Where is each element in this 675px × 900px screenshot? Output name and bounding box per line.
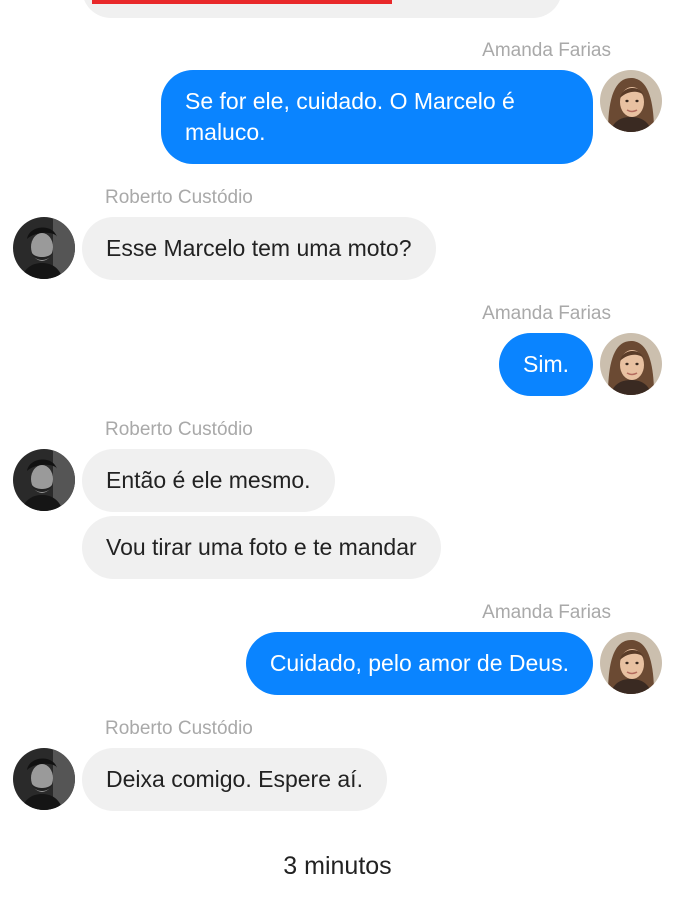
sender-name: Roberto Custódio: [105, 187, 253, 208]
message-bubble-outgoing[interactable]: Cuidado, pelo amor de Deus.: [245, 632, 593, 695]
roberto-avatar[interactable]: [13, 449, 75, 511]
message-bubble-outgoing[interactable]: Se for ele, cuidado. O Marcelo é maluco.: [161, 70, 593, 164]
man-portrait-icon: [13, 748, 75, 810]
man-portrait-icon: [13, 449, 75, 511]
message-bubble-incoming[interactable]: Esse Marcelo tem uma moto?: [82, 217, 436, 280]
amanda-avatar[interactable]: [600, 70, 662, 132]
highlight-bar: [92, 0, 392, 4]
sender-name: Amanda Farias: [482, 602, 611, 623]
sender-name: Amanda Farias: [482, 303, 611, 324]
elapsed-time-label: 3 minutos: [283, 852, 392, 880]
roberto-avatar[interactable]: [13, 748, 75, 810]
amanda-avatar[interactable]: [600, 333, 662, 395]
sender-name: Amanda Farias: [482, 40, 611, 61]
message-bubble-outgoing[interactable]: Sim.: [499, 333, 593, 396]
message-bubble-incoming[interactable]: Então é ele mesmo.: [82, 449, 335, 512]
woman-portrait-icon: [600, 632, 662, 694]
woman-portrait-icon: [600, 70, 662, 132]
amanda-avatar[interactable]: [600, 632, 662, 694]
message-bubble-incoming[interactable]: Vou tirar uma foto e te mandar: [82, 516, 441, 579]
woman-portrait-icon: [600, 333, 662, 395]
sender-name: Roberto Custódio: [105, 718, 253, 739]
message-bubble-incoming[interactable]: Deixa comigo. Espere aí.: [82, 748, 387, 811]
sender-name: Roberto Custódio: [105, 419, 253, 440]
roberto-avatar[interactable]: [13, 217, 75, 279]
man-portrait-icon: [13, 217, 75, 279]
